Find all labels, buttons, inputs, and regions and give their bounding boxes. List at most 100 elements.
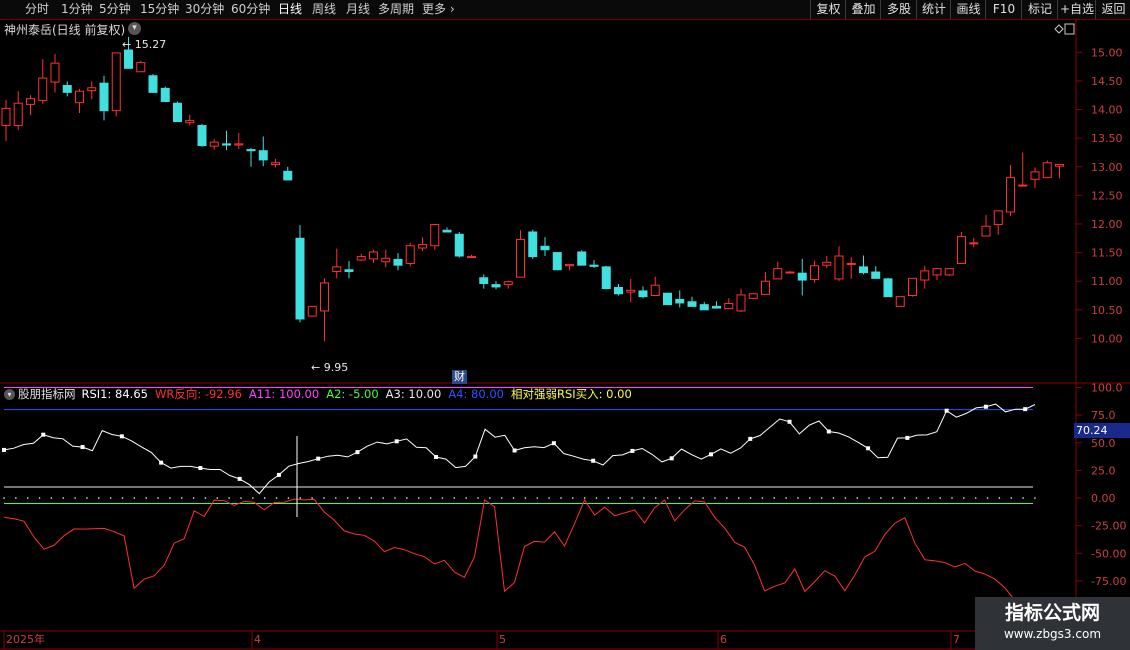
buy-signal-dot — [382, 497, 385, 499]
candle — [540, 245, 550, 251]
candle — [185, 119, 195, 124]
diamond-icon[interactable] — [1054, 24, 1064, 34]
candle — [381, 257, 391, 263]
buy-signal-dot — [868, 497, 870, 499]
buy-signal-dot — [204, 497, 207, 499]
rsi-marker — [512, 448, 517, 453]
candle — [699, 304, 709, 311]
buy-signal-dot — [560, 497, 562, 499]
candle — [908, 277, 917, 297]
toolbar-button[interactable]: 标记 — [1021, 0, 1058, 19]
buy-signal-dot — [441, 497, 444, 499]
indicator-collapse-icon[interactable]: ▾ — [4, 389, 15, 400]
period-tab[interactable]: 5分钟 — [99, 1, 131, 18]
period-tab[interactable]: 周线 — [312, 1, 336, 18]
candle — [969, 242, 979, 245]
rsi-marker — [276, 472, 281, 477]
date-label: 4 — [254, 633, 261, 646]
buy-signal-dot — [797, 497, 799, 499]
candle — [944, 268, 954, 276]
buy-signal-dot — [737, 497, 740, 499]
toolbar-button[interactable]: 返回 — [1095, 0, 1130, 19]
date-label: 7 — [953, 633, 960, 646]
toolbar-button[interactable]: 统计 — [916, 0, 951, 19]
buy-signal-dot — [654, 497, 657, 499]
buy-signal-dot — [500, 497, 503, 499]
buy-signal-dot — [489, 497, 491, 499]
candle — [405, 245, 415, 264]
indicator-name[interactable]: 股朋指标网 — [18, 387, 76, 401]
buy-signal-dot — [844, 497, 847, 499]
candle — [981, 225, 991, 237]
buy-signal-dot — [358, 497, 361, 499]
period-tab[interactable]: 60分钟 — [231, 1, 270, 18]
toolbar-button[interactable]: +自选 — [1057, 0, 1096, 19]
candle — [209, 141, 219, 147]
candle — [479, 277, 489, 284]
candle — [626, 289, 636, 293]
buy-signal-dot — [986, 497, 989, 499]
candle — [614, 286, 623, 295]
period-toolbar: 分时 1分钟 5分钟 15分钟 30分钟 60分钟 日线 周线 月线 多周期 更多 › 复权 叠加 多股统… — [0, 0, 1130, 20]
toolbar-button[interactable]: F10 — [985, 0, 1022, 19]
candle — [650, 284, 660, 297]
toolbar-button[interactable]: 叠加 — [845, 0, 881, 19]
period-tab[interactable]: 30分钟 — [185, 1, 224, 18]
period-tab[interactable]: 1分钟 — [61, 1, 93, 18]
buy-signal-dot — [429, 497, 432, 499]
rsi-marker — [983, 404, 988, 409]
candle — [871, 271, 881, 279]
candle — [932, 268, 942, 276]
low-marker-label: ← 9.95 — [311, 361, 349, 374]
candle — [87, 87, 97, 92]
title-dropdown-icon[interactable]: ▾ — [128, 22, 141, 35]
buy-signal-dot — [512, 497, 515, 499]
buy-signal-dot — [572, 497, 574, 499]
buy-signal-dot — [785, 497, 787, 499]
buy-signal-dot — [216, 497, 219, 499]
low-value: 9.95 — [323, 361, 349, 374]
candle — [503, 281, 513, 286]
buy-signal-dot — [50, 497, 53, 499]
candle — [565, 264, 574, 267]
buy-signal-dot — [702, 497, 704, 499]
candle — [761, 280, 770, 295]
price-tick-label: 10.00 — [1091, 332, 1123, 345]
toolbar-button[interactable]: 画线 — [950, 0, 986, 19]
rsi-marker — [944, 408, 949, 413]
price-tick-label: 10.50 — [1091, 304, 1123, 317]
price-tick-label: 11.50 — [1091, 247, 1123, 260]
toolbar-button[interactable]: 多股 — [880, 0, 917, 19]
candle — [736, 294, 746, 312]
candle — [295, 237, 305, 320]
candle — [516, 238, 525, 278]
candle — [712, 305, 721, 309]
buy-signal-dot — [903, 497, 906, 499]
period-tab[interactable]: 月线 — [346, 1, 370, 18]
indicator-series — [2, 403, 1036, 602]
candle — [75, 90, 84, 104]
price-tick-label: 15.00 — [1091, 46, 1123, 59]
chart-markers — [296, 23, 1075, 517]
period-tab[interactable]: 分时 — [25, 1, 49, 18]
period-tab[interactable]: 更多 › — [422, 1, 455, 18]
candle — [883, 278, 893, 298]
candle — [589, 264, 599, 267]
period-tab[interactable]: 多周期 — [378, 1, 414, 18]
candle — [50, 62, 60, 83]
candle — [663, 292, 672, 306]
period-tab[interactable]: 日线 — [278, 1, 302, 18]
candle — [920, 270, 930, 281]
buy-signal-dot — [643, 497, 645, 499]
indicator-value: A4: 80.00 — [448, 387, 504, 401]
toolbar-button[interactable]: 复权 — [810, 0, 846, 19]
financial-report-badge[interactable]: 财 — [452, 370, 467, 384]
buy-signal-dot — [180, 497, 183, 499]
candle — [430, 224, 440, 247]
period-tab[interactable]: 15分钟 — [140, 1, 179, 18]
candle — [356, 256, 366, 261]
candle — [822, 261, 832, 266]
buy-signal-dot — [880, 497, 882, 499]
rsi-marker — [1023, 407, 1028, 412]
window-icon[interactable] — [1064, 23, 1075, 35]
